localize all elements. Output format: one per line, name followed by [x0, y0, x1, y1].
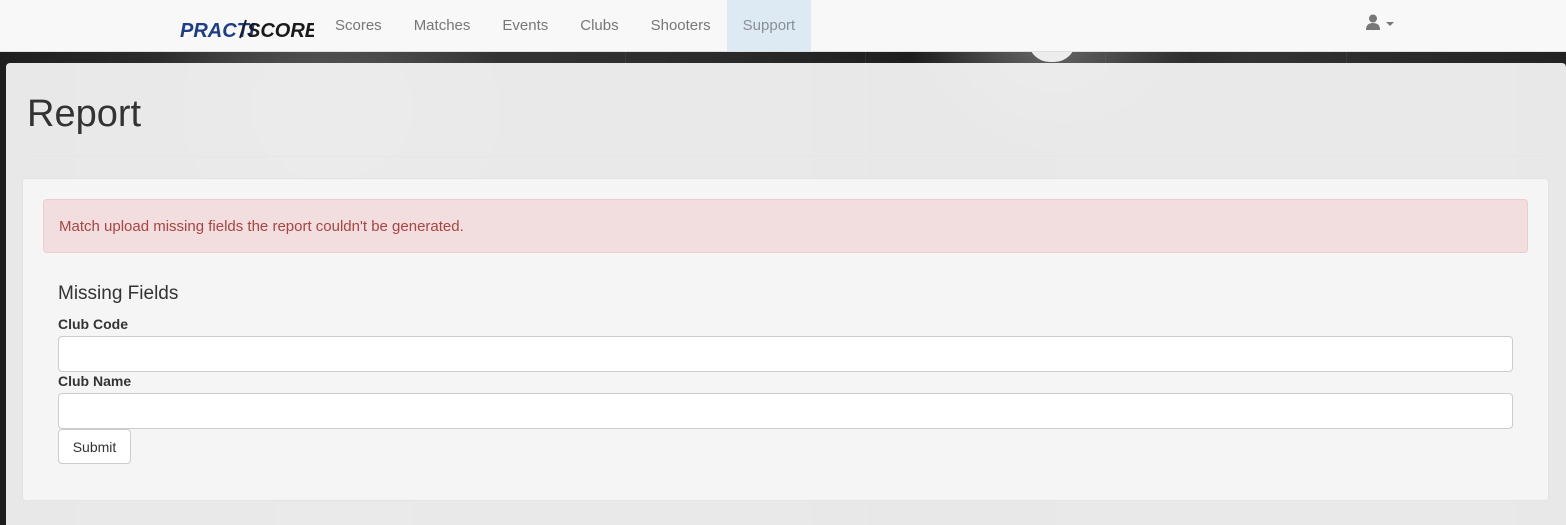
top-navbar: PRACTI SCORE Scores Matches Events Clubs… [0, 0, 1566, 52]
main-nav: Scores Matches Events Clubs Shooters Sup… [319, 0, 812, 51]
main-panel: Report Match upload missing fields the r… [6, 63, 1566, 525]
caret-down-icon [1386, 22, 1394, 26]
report-well: Match upload missing fields the report c… [22, 178, 1549, 501]
user-icon [1366, 14, 1380, 35]
club-name-label: Club Name [58, 373, 132, 389]
club-name-input[interactable] [58, 393, 1513, 429]
error-alert: Match upload missing fields the report c… [43, 199, 1528, 253]
svg-text:SCORE: SCORE [247, 20, 314, 40]
club-code-label: Club Code [58, 316, 128, 332]
user-menu-dropdown[interactable] [1366, 13, 1402, 35]
nav-item-events[interactable]: Events [486, 0, 564, 51]
page-title: Report [27, 93, 142, 135]
alert-message: Match upload missing fields the report c… [59, 217, 464, 235]
nav-item-scores[interactable]: Scores [319, 0, 398, 51]
divider [27, 156, 1547, 157]
nav-item-shooters[interactable]: Shooters [635, 0, 727, 51]
nav-item-matches[interactable]: Matches [398, 0, 487, 51]
nav-item-support[interactable]: Support [726, 0, 812, 51]
club-code-input[interactable] [58, 336, 1513, 372]
section-title: Missing Fields [58, 283, 179, 304]
nav-item-clubs[interactable]: Clubs [564, 0, 634, 51]
submit-button[interactable]: Submit [58, 429, 131, 464]
practiscore-logo[interactable]: PRACTI SCORE [180, 18, 319, 42]
